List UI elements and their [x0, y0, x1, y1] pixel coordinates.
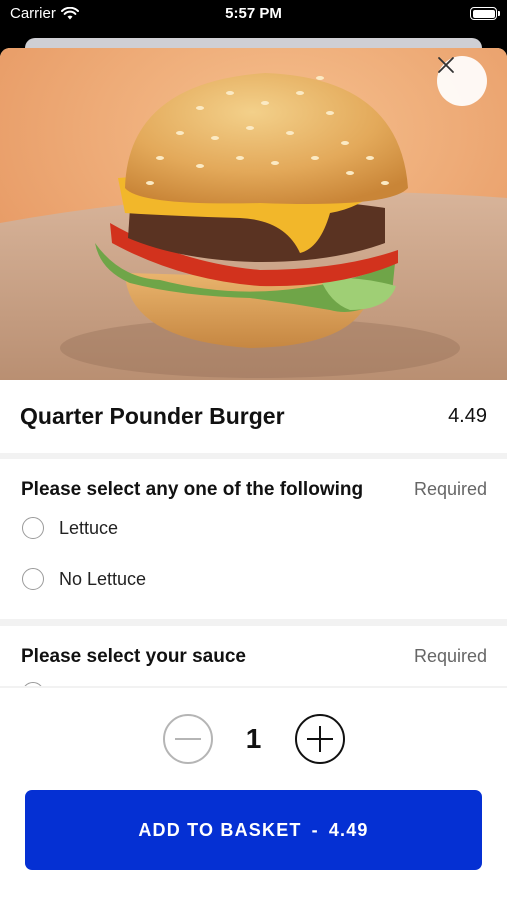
status-time: 5:57 PM	[225, 5, 282, 22]
add-button-separator: -	[311, 819, 319, 840]
item-sheet: Quarter Pounder Burger 4.49 Please selec…	[0, 48, 507, 900]
required-label: Required	[413, 646, 487, 666]
battery-icon	[470, 7, 500, 20]
radio-button[interactable]	[22, 517, 44, 539]
decrease-quantity-button[interactable]	[162, 714, 213, 764]
option-label: No Lettuce	[59, 568, 147, 589]
quantity-value: 1	[245, 723, 262, 754]
increase-quantity-button[interactable]	[294, 714, 345, 764]
radio-button[interactable]	[22, 682, 44, 686]
status-bar: Carrier 5:57 PM	[0, 0, 507, 30]
option-section-lettuce: Please select any one of the following R…	[0, 459, 507, 619]
item-name: Quarter Pounder Burger	[20, 403, 285, 429]
option-sauce-partial[interactable]	[22, 682, 44, 686]
option-section-sauce: Please select your sauce Required	[0, 626, 507, 686]
item-price: 4.49	[448, 405, 487, 427]
burger-photo	[0, 48, 507, 380]
add-to-basket-button[interactable]: ADD TO BASKET - 4.49	[25, 790, 482, 870]
close-button[interactable]	[437, 56, 487, 106]
radio-button[interactable]	[22, 568, 44, 590]
option-label: Lettuce	[59, 517, 119, 538]
required-label: Required	[413, 479, 487, 499]
section-question: Please select any one of the following	[21, 479, 364, 500]
minus-circle-icon	[174, 738, 201, 740]
add-button-label: ADD TO BASKET	[138, 819, 302, 840]
add-button-price: 4.49	[328, 819, 369, 840]
item-header: Quarter Pounder Burger 4.49	[0, 380, 507, 453]
option-lettuce[interactable]: Lettuce	[22, 517, 118, 539]
plus-circle-icon	[306, 726, 333, 752]
bottom-bar: 1 ADD TO BASKET - 4.49	[0, 688, 507, 900]
quantity-stepper: 1	[0, 714, 507, 764]
close-icon	[438, 57, 454, 73]
section-question: Please select your sauce	[21, 646, 246, 667]
option-no-lettuce[interactable]: No Lettuce	[22, 568, 146, 590]
